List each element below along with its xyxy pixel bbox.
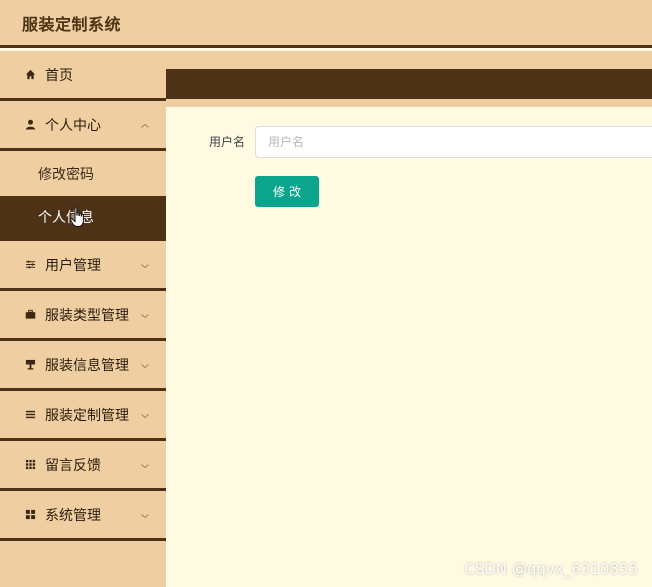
sidebar-subitem-label: 修改密码 (38, 166, 94, 183)
sidebar: 首页 个人中心 修改密码 个人信息 用户管理 服装类型管理 服装信息管理 服装定… (0, 51, 166, 587)
sidebar-item-label: 用户管理 (45, 257, 101, 274)
sidebar-item-label: 留言反馈 (45, 457, 101, 474)
chevron-down-icon (140, 359, 150, 369)
watermark: CSDN @qqvx_6310855 (464, 560, 638, 578)
chevron-down-icon (140, 309, 150, 319)
chevron-down-icon (140, 409, 150, 419)
apps-icon (24, 509, 36, 521)
briefcase-icon (24, 309, 36, 321)
username-input[interactable] (255, 126, 652, 158)
sidebar-item-label: 服装类型管理 (45, 307, 129, 324)
chevron-up-icon (140, 119, 150, 129)
sidebar-item-user-management[interactable]: 用户管理 (0, 241, 166, 291)
username-form-row: 用户名 (166, 126, 652, 158)
sliders-icon (24, 259, 36, 271)
sidebar-item-personal-center[interactable]: 个人中心 (0, 101, 166, 151)
list-icon (24, 409, 36, 421)
content-title-bar (166, 69, 652, 99)
stand-icon (24, 359, 36, 371)
sidebar-item-home[interactable]: 首页 (0, 51, 166, 101)
sidebar-item-feedback[interactable]: 留言反馈 (0, 441, 166, 491)
sidebar-item-clothing-type-management[interactable]: 服装类型管理 (0, 291, 166, 341)
chevron-down-icon (140, 259, 150, 269)
sidebar-subitem-change-password[interactable]: 修改密码 (0, 151, 166, 196)
chevron-down-icon (140, 509, 150, 519)
user-icon (24, 119, 36, 131)
chevron-down-icon (140, 459, 150, 469)
sidebar-item-label: 服装信息管理 (45, 357, 129, 374)
app-title: 服装定制系统 (22, 14, 122, 34)
main-content: 用户名 修改 (166, 51, 652, 587)
sidebar-item-system-management[interactable]: 系统管理 (0, 491, 166, 541)
sidebar-item-label: 个人中心 (45, 117, 101, 134)
submit-button[interactable]: 修改 (255, 176, 319, 207)
home-icon (24, 69, 36, 81)
sidebar-item-label: 系统管理 (45, 507, 101, 524)
sidebar-item-label: 首页 (45, 67, 73, 84)
app-header: 服装定制系统 (0, 0, 652, 48)
sidebar-item-label: 服装定制管理 (45, 407, 129, 424)
sidebar-item-clothing-customization-management[interactable]: 服装定制管理 (0, 391, 166, 441)
hand-cursor-icon (70, 206, 86, 228)
username-label: 用户名 (208, 135, 245, 149)
grid-icon (24, 459, 36, 471)
sidebar-item-clothing-info-management[interactable]: 服装信息管理 (0, 341, 166, 391)
